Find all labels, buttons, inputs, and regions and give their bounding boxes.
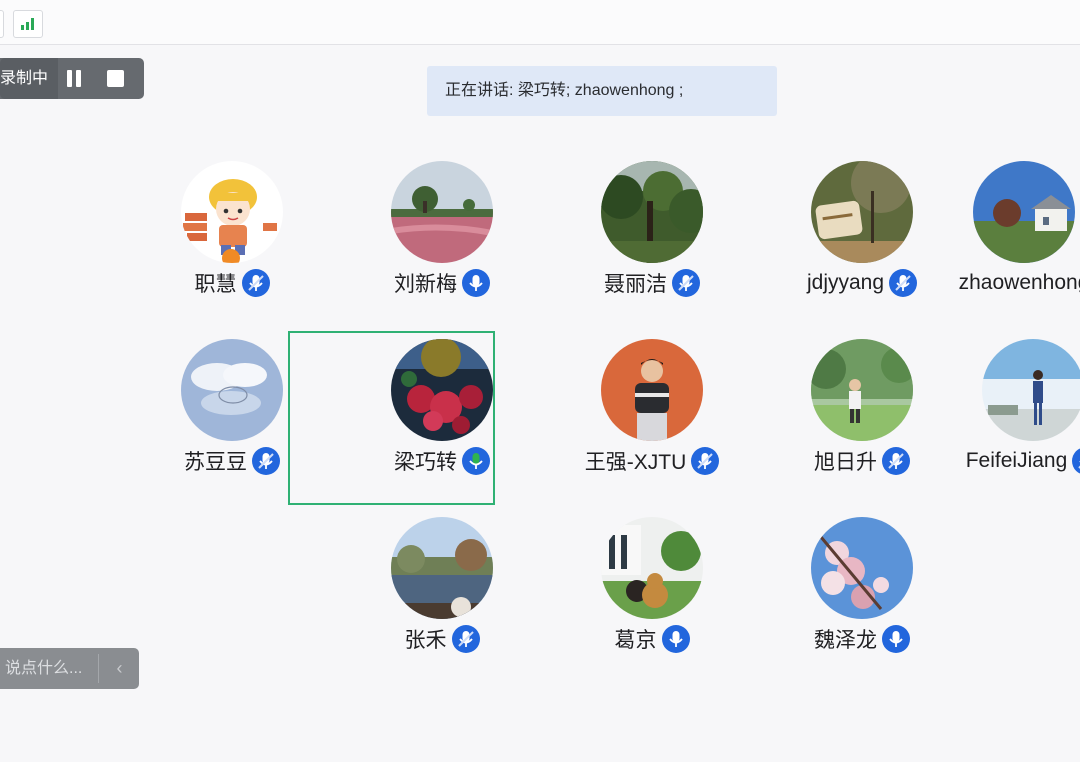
participant-label: 聂丽洁 [532,267,772,299]
mic-icon[interactable] [661,625,690,653]
participant-tile[interactable]: 聂丽洁 [562,157,742,317]
teddy-bear-avatar [601,517,703,619]
participant-tile[interactable]: zhaowenhong [934,157,1080,317]
toolbar-button[interactable] [0,10,4,38]
cartoon-girl-avatar [181,161,283,263]
mic-muted-icon[interactable] [882,447,910,475]
stone-sign-avatar [811,161,913,263]
beach-person-avatar [982,339,1080,441]
participant-name: FeifeiJiang [965,449,1068,472]
mic-muted-icon[interactable] [1072,447,1080,475]
participant-tile[interactable]: 张禾 [352,513,532,673]
participant-label: 王强-XJTU [532,445,772,477]
sky-clouds-avatar [181,339,283,441]
participant-label: 刘新梅 [322,267,562,299]
participant-name: zhaowenhong [958,271,1080,294]
participant-name: 聂丽洁 [604,273,667,296]
participant-tile[interactable]: 刘新梅 [352,157,532,317]
lake-avatar [391,517,493,619]
red-flowers-avatar [391,339,493,441]
participant-name: 旭日升 [814,451,877,474]
recording-status: 录制中 [0,58,58,99]
mic-muted-icon[interactable] [672,269,700,297]
participant-label: 魏泽龙 [742,623,982,655]
mic-muted-icon[interactable] [252,447,280,475]
chat-divider [98,654,99,683]
participant-label: FeifeiJiang [913,445,1080,477]
chat-input[interactable]: 说点什么... [0,648,94,689]
participant-tile[interactable]: 职慧 [142,157,322,317]
participant-name: 魏泽龙 [814,629,877,652]
participant-name: jdjyyang [806,271,885,294]
top-toolbar [0,0,1080,45]
participant-name: 王强-XJTU [584,451,687,474]
park-child-avatar [811,339,913,441]
participant-label: 葛京 [532,623,772,655]
participant-tile[interactable]: FeifeiJiang [943,335,1080,495]
person-portrait-avatar [601,339,703,441]
chat-bar: 说点什么... ‹ [0,648,139,689]
pause-recording-icon[interactable] [66,70,84,87]
participant-tile[interactable]: 葛京 [562,513,742,673]
chevron-left-icon[interactable]: ‹ [100,648,139,689]
participant-name: 职慧 [194,273,237,296]
recording-bar: 录制中 [0,58,144,99]
speaking-prefix: 正在讲话: [445,82,518,99]
participant-name: 葛京 [614,629,657,652]
participant-tile-active[interactable]: 梁巧转 [352,335,532,495]
participant-name: 苏豆豆 [184,451,247,474]
participant-name: 刘新梅 [394,273,457,296]
participant-tile[interactable]: 魏泽龙 [772,513,952,673]
mic-speaking-icon[interactable] [462,447,490,475]
participant-name: 张禾 [404,629,447,652]
mic-muted-icon[interactable] [691,447,720,475]
mic-muted-icon[interactable] [451,625,480,653]
flower-field-avatar [391,161,493,263]
speaking-indicator: 正在讲话: 梁巧转; zhaowenhong ; [427,66,777,116]
mic-icon[interactable] [882,625,910,653]
mic-icon[interactable] [462,269,490,297]
forest-avatar [601,161,703,263]
mic-muted-icon[interactable] [241,269,270,297]
participant-label: 职慧 [112,267,352,299]
participant-tile[interactable]: 王强-XJTU [562,335,742,495]
participant-label: zhaowenhong [904,267,1080,299]
speaking-names: 梁巧转; zhaowenhong ; [517,82,684,99]
participant-label: 梁巧转 [322,445,562,477]
signal-bars-icon [21,18,35,30]
blossom-avatar [811,517,913,619]
stop-recording-icon[interactable] [107,70,124,87]
participant-name: 梁巧转 [394,451,457,474]
house-avatar [973,161,1075,263]
network-signal-button[interactable] [13,10,43,38]
participant-label: 张禾 [322,623,562,655]
